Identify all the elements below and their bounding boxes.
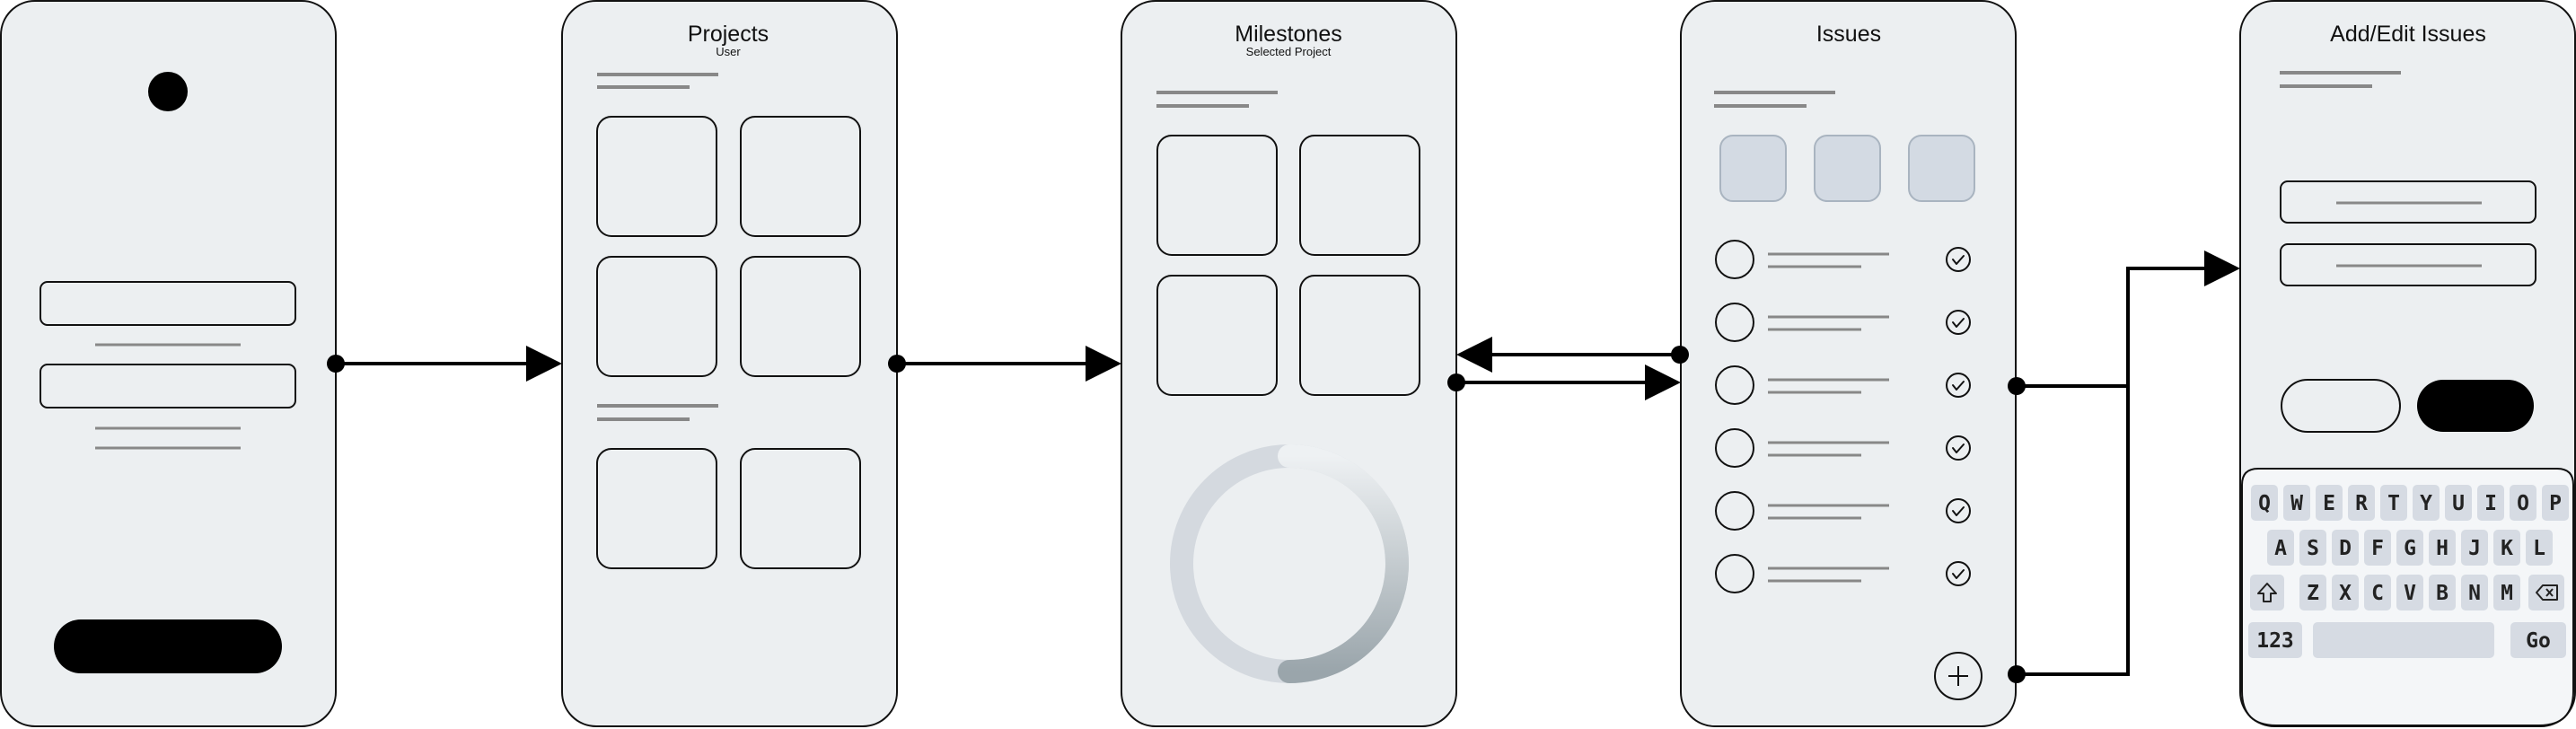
key-s[interactable]: S bbox=[2299, 530, 2326, 566]
key-d[interactable]: D bbox=[2332, 530, 2359, 566]
key-z[interactable]: Z bbox=[2299, 575, 2326, 610]
flow-arrow-add-to-edit bbox=[2017, 386, 2130, 676]
phone-frame bbox=[561, 0, 898, 727]
go-key[interactable]: Go bbox=[2510, 622, 2566, 658]
key-v[interactable]: V bbox=[2396, 575, 2423, 610]
page-title: Add/Edit Issues bbox=[2330, 22, 2486, 47]
key-r[interactable]: R bbox=[2348, 485, 2375, 521]
key-label: V bbox=[2404, 582, 2416, 605]
page-subtitle: User bbox=[716, 45, 741, 58]
issues-screen: Issues bbox=[1680, 0, 2017, 727]
key-g[interactable]: G bbox=[2396, 530, 2423, 566]
key-label: K bbox=[2501, 537, 2513, 560]
key-label: C bbox=[2371, 582, 2384, 605]
key-o[interactable]: O bbox=[2510, 485, 2536, 521]
page-title: Issues bbox=[1816, 22, 1881, 47]
key-label: D bbox=[2339, 537, 2352, 560]
key-l[interactable]: L bbox=[2526, 530, 2553, 566]
key-y[interactable]: Y bbox=[2413, 485, 2440, 521]
page-title: Projects bbox=[688, 22, 769, 47]
key-c[interactable]: C bbox=[2364, 575, 2391, 610]
key-label: U bbox=[2452, 492, 2465, 515]
key-label: I bbox=[2484, 492, 2497, 515]
phone-frame bbox=[1680, 0, 2017, 727]
key-label: Y bbox=[2420, 492, 2432, 515]
filter-chip[interactable] bbox=[1814, 135, 1881, 202]
key-label: T bbox=[2387, 492, 2400, 515]
key-label: P bbox=[2549, 492, 2562, 515]
key-n[interactable]: N bbox=[2461, 575, 2488, 610]
key-cap[interactable] bbox=[2250, 575, 2284, 610]
key-label: Go bbox=[2526, 629, 2551, 653]
key-cap[interactable] bbox=[2313, 622, 2494, 658]
key-label: G bbox=[2404, 537, 2416, 560]
key-b[interactable]: B bbox=[2429, 575, 2456, 610]
key-label: M bbox=[2501, 582, 2513, 605]
filter-chip[interactable] bbox=[1719, 135, 1787, 202]
key-cap[interactable] bbox=[2528, 575, 2564, 610]
key-label: O bbox=[2517, 492, 2529, 515]
key-j[interactable]: J bbox=[2461, 530, 2488, 566]
save-button[interactable] bbox=[2417, 380, 2534, 432]
key-a[interactable]: A bbox=[2267, 530, 2294, 566]
key-h[interactable]: H bbox=[2429, 530, 2456, 566]
milestones-screen: Milestones Selected Project bbox=[1121, 0, 1457, 727]
projects-screen: Projects User bbox=[561, 0, 898, 727]
key-label: R bbox=[2355, 492, 2368, 515]
flow-diagram: Projects User Milestones Selected Projec… bbox=[0, 0, 2576, 727]
space-key[interactable] bbox=[2313, 622, 2494, 658]
key-label: S bbox=[2307, 537, 2319, 560]
key-t[interactable]: T bbox=[2380, 485, 2407, 521]
key-label: H bbox=[2436, 537, 2449, 560]
key-label: W bbox=[2290, 492, 2303, 515]
key-q[interactable]: Q bbox=[2251, 485, 2278, 521]
avatar bbox=[148, 72, 188, 111]
login-screen bbox=[0, 0, 337, 727]
key-f[interactable]: F bbox=[2364, 530, 2391, 566]
backspace-key[interactable] bbox=[2528, 575, 2564, 610]
key-label: E bbox=[2323, 492, 2335, 515]
key-label: J bbox=[2468, 537, 2481, 560]
key-p[interactable]: P bbox=[2542, 485, 2569, 521]
flow-arrow-issues-to-edit bbox=[2017, 250, 2240, 388]
key-label: A bbox=[2274, 537, 2287, 560]
key-label: F bbox=[2371, 537, 2384, 560]
key-label: X bbox=[2339, 582, 2352, 605]
key-w[interactable]: W bbox=[2283, 485, 2310, 521]
key-e[interactable]: E bbox=[2316, 485, 2343, 521]
phone-frame bbox=[1121, 0, 1457, 727]
key-k[interactable]: K bbox=[2493, 530, 2520, 566]
key-label: N bbox=[2468, 582, 2481, 605]
key-x[interactable]: X bbox=[2332, 575, 2359, 610]
filter-chip[interactable] bbox=[1908, 135, 1975, 202]
key-u[interactable]: U bbox=[2445, 485, 2472, 521]
key-label: L bbox=[2533, 537, 2545, 560]
add-edit-screen: Add/Edit Issues Q W E R T Y U I O P A S D F G H J K L Z X C V B… bbox=[2239, 0, 2576, 727]
key-i[interactable]: I bbox=[2477, 485, 2504, 521]
key-label: Q bbox=[2258, 492, 2271, 515]
key-label: 123 bbox=[2256, 629, 2294, 653]
shift-key[interactable] bbox=[2250, 575, 2284, 610]
numbers-key[interactable]: 123 bbox=[2248, 622, 2302, 658]
key-label: Z bbox=[2307, 582, 2319, 605]
key-m[interactable]: M bbox=[2493, 575, 2520, 610]
page-subtitle: Selected Project bbox=[1246, 45, 1332, 58]
page-title: Milestones bbox=[1235, 22, 1342, 47]
login-button[interactable] bbox=[54, 619, 282, 673]
key-label: B bbox=[2436, 582, 2449, 605]
